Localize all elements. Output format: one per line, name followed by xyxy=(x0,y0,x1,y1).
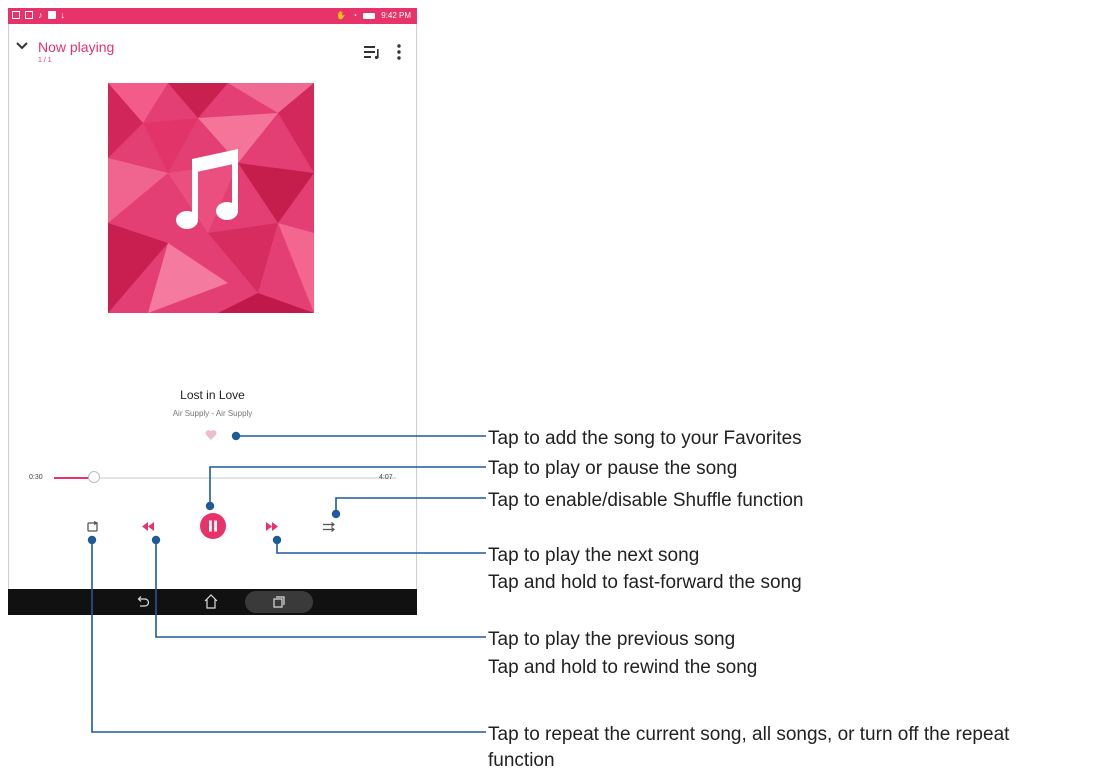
callout-dot-repeat xyxy=(87,535,97,545)
callout-play-pause: Tap to play or pause the song xyxy=(488,458,738,479)
callout-dot-previous xyxy=(151,535,161,545)
callout-dot-next xyxy=(272,535,282,545)
callout-dot-shuffle xyxy=(331,509,341,519)
callout-next: Tap to play the next song xyxy=(488,545,700,566)
callout-dot-play-pause xyxy=(205,501,215,511)
callout-previous-hold: Tap and hold to rewind the song xyxy=(488,657,758,678)
callout-previous: Tap to play the previous song xyxy=(488,629,736,650)
callout-repeat: Tap to repeat the current song, all song… xyxy=(488,724,1010,745)
callout-favorites: Tap to add the song to your Favorites xyxy=(488,428,802,449)
callout-shuffle: Tap to enable/disable Shuffle function xyxy=(488,490,804,511)
callout-repeat-cont: function xyxy=(488,750,555,771)
callout-next-hold: Tap and hold to fast-forward the song xyxy=(488,572,802,593)
callout-dot-favorites xyxy=(231,431,241,441)
